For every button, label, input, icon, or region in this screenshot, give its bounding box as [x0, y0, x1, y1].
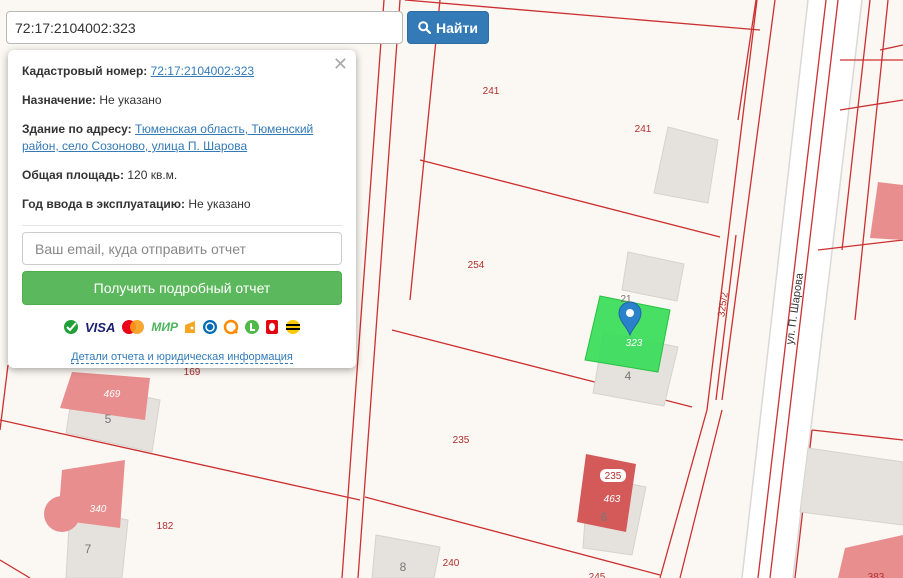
details-link[interactable]: Детали отчета и юридическая информация [71, 351, 293, 364]
search-icon [418, 21, 432, 34]
house-number: 8 [400, 560, 407, 574]
mir-icon: МИР [151, 320, 178, 334]
purpose-row: Назначение: Не указано [22, 92, 342, 109]
building-label: 463 [604, 494, 621, 505]
year-label: Год ввода в эксплуатацию: [22, 197, 186, 211]
visa-icon: VISA [85, 319, 116, 335]
address-label: Здание по адресу: [22, 122, 132, 136]
payment-methods: VISA МИР [22, 317, 342, 337]
house-number: 6 [601, 510, 608, 524]
get-report-button[interactable]: Получить подробный отчет [22, 271, 342, 305]
building-label: 340 [90, 504, 107, 515]
parcel-label: 240 [443, 558, 460, 569]
qiwi-icon [223, 319, 239, 335]
close-icon[interactable]: ✕ [333, 56, 348, 74]
year-row: Год ввода в эксплуатацию: Не указано [22, 196, 342, 213]
email-field[interactable] [22, 232, 342, 265]
mts-icon [265, 319, 279, 335]
info-popup: ✕ Кадастровый номер: 72:17:2104002:323 Н… [8, 50, 356, 368]
webmoney-icon [202, 319, 218, 335]
search-input[interactable] [6, 11, 403, 44]
parcel-label: 241 [635, 124, 652, 135]
building-label: 469 [104, 389, 121, 400]
year-value: Не указано [188, 197, 251, 211]
area-label: Общая площадь: [22, 168, 125, 182]
parcel-label: 245 [589, 572, 606, 578]
building-label-235: 235 [600, 469, 626, 482]
search-button-label: Найти [436, 19, 478, 36]
area-row: Общая площадь: 120 кв.м. [22, 167, 342, 184]
building-label: 323 [626, 338, 643, 349]
house-number: 7 [85, 542, 92, 556]
house-number: 5 [105, 412, 112, 426]
house-number: 21 [620, 294, 632, 305]
search-button[interactable]: Найти [407, 11, 489, 44]
euroset-icon [244, 319, 260, 335]
house-number: 4 [625, 369, 632, 383]
cadastral-row: Кадастровый номер: 72:17:2104002:323 [22, 63, 342, 80]
parcel-label: 241 [483, 86, 500, 97]
divider [22, 225, 342, 226]
parcel-label: 254 [468, 260, 485, 271]
cadastral-label: Кадастровый номер: [22, 64, 148, 78]
sberbank-icon [62, 319, 80, 335]
area-value: 120 кв.м. [127, 168, 178, 182]
parcel-label: 169 [184, 367, 201, 378]
svg-text:235: 235 [605, 471, 622, 482]
beeline-icon [284, 319, 302, 335]
purpose-value: Не указано [99, 93, 162, 107]
details-row: Детали отчета и юридическая информация [22, 349, 342, 364]
parcel-label: 182 [157, 521, 174, 532]
yandex-money-icon [183, 319, 197, 335]
parcel-label: 235 [453, 435, 470, 446]
address-row: Здание по адресу: Тюменская область, Тюм… [22, 121, 342, 155]
purpose-label: Назначение: [22, 93, 97, 107]
cadastral-link[interactable]: 72:17:2104002:323 [151, 64, 254, 78]
parcel-label: 383 [868, 572, 885, 578]
mastercard-icon [120, 319, 146, 335]
